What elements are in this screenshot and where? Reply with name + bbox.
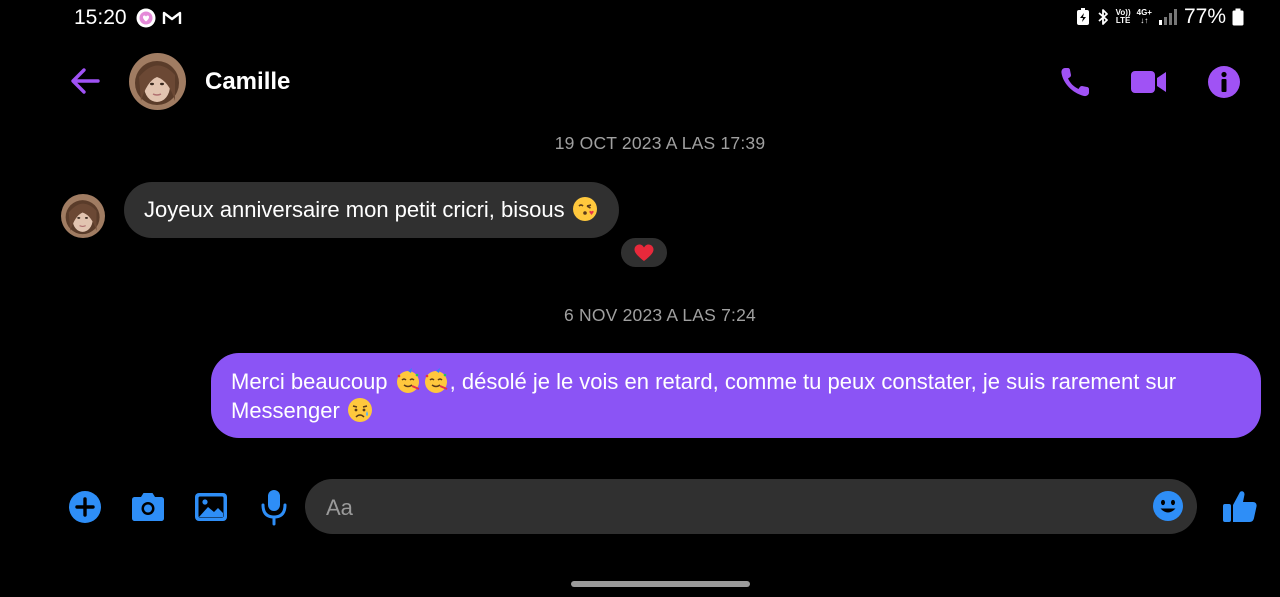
add-plus-icon[interactable]	[66, 488, 104, 526]
contact-avatar[interactable]	[129, 53, 186, 110]
volte-line2: LTE	[1115, 16, 1131, 25]
message-timestamp: 19 OCT 2023 A LAS 17:39	[554, 133, 766, 153]
signal-icon	[1158, 9, 1177, 25]
incoming-message-bubble[interactable]: Joyeux anniversaire mon petit cricri, bi…	[124, 182, 619, 238]
thumbs-up-icon[interactable]	[1221, 488, 1259, 526]
phone-call-icon[interactable]	[1057, 63, 1095, 101]
message-input[interactable]	[324, 479, 1148, 536]
network-indicator: 4G+ ↓↑	[1137, 9, 1152, 25]
info-icon[interactable]	[1205, 63, 1243, 101]
data-arrows-icon: ↓↑	[1140, 16, 1149, 25]
microphone-icon[interactable]	[255, 488, 293, 526]
battery-percent: 77%	[1183, 5, 1226, 28]
message-composer[interactable]	[305, 479, 1197, 536]
volte-indicator: Vo)) LTE	[1116, 9, 1131, 25]
message-timestamp: 6 NOV 2023 A LAS 7:24	[564, 305, 756, 325]
sender-avatar	[61, 194, 105, 238]
avatar-image	[129, 53, 186, 110]
outgoing-message-bubble[interactable]: Merci beaucoup , désolé je le vois en re…	[211, 353, 1261, 438]
back-arrow-icon[interactable]	[68, 64, 102, 98]
message-text: Joyeux anniversaire mon petit cricri, bi…	[144, 197, 565, 222]
message-text-part1: Merci beaucoup	[231, 369, 388, 394]
avatar-image	[61, 194, 105, 238]
gallery-image-icon[interactable]	[192, 488, 230, 526]
message-reaction[interactable]	[619, 236, 669, 269]
sad-relieved-face-icon	[347, 398, 372, 422]
status-indicators: Vo)) LTE 4G+ ↓↑ 77%	[1076, 5, 1244, 29]
battery-saver-icon	[1076, 8, 1089, 25]
heart-icon	[634, 244, 654, 261]
partying-face-icon	[424, 368, 448, 393]
partying-face-icon	[396, 368, 420, 393]
battery-icon	[1232, 8, 1244, 26]
camera-icon[interactable]	[129, 488, 167, 526]
gmail-icon	[162, 11, 182, 24]
emoji-smiley-icon[interactable]	[1151, 489, 1185, 523]
video-call-icon[interactable]	[1130, 63, 1168, 101]
bluetooth-icon	[1098, 9, 1108, 25]
status-time: 15:20	[74, 6, 127, 29]
face-blowing-kiss-icon	[572, 197, 597, 221]
chat-app-icon	[136, 8, 156, 28]
gesture-home-bar[interactable]	[571, 581, 750, 587]
contact-name[interactable]: Camille	[205, 68, 290, 96]
